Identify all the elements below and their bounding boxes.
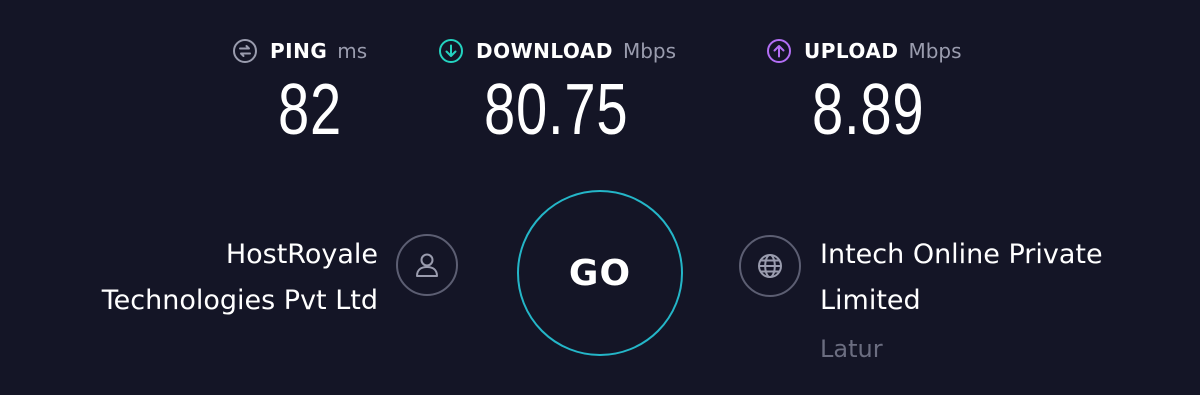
user-icon[interactable] xyxy=(396,234,458,296)
go-label: GO xyxy=(568,252,632,294)
host-name-line2: Technologies Pvt Ltd xyxy=(101,285,378,316)
upload-metric: UPLOAD Mbps 8.89 xyxy=(766,36,962,146)
upload-arrow-icon xyxy=(766,38,792,64)
ping-value: 82 xyxy=(278,70,343,150)
download-arrow-icon xyxy=(438,38,464,64)
ping-metric: PING ms 82 xyxy=(232,36,367,146)
upload-unit: Mbps xyxy=(908,39,962,63)
server-name-line2: Limited xyxy=(820,285,921,316)
ping-label: PING xyxy=(270,39,328,63)
ping-icon xyxy=(232,38,258,64)
upload-value: 8.89 xyxy=(812,70,925,150)
go-button[interactable]: GO xyxy=(517,190,683,356)
ping-unit: ms xyxy=(337,39,368,63)
server-name-line1: Intech Online Private xyxy=(820,239,1103,270)
globe-icon[interactable] xyxy=(739,235,801,297)
download-label: DOWNLOAD xyxy=(476,39,613,63)
download-unit: Mbps xyxy=(622,39,677,63)
server-provider[interactable]: Intech Online Private Limited Latur xyxy=(820,232,1180,374)
ping-header: PING ms xyxy=(232,36,367,66)
upload-label: UPLOAD xyxy=(804,39,899,63)
host-provider-name: HostRoyale Technologies Pvt Ltd xyxy=(30,232,378,324)
download-value: 80.75 xyxy=(484,70,629,150)
download-header: DOWNLOAD Mbps xyxy=(438,36,676,66)
host-name-line1: HostRoyale xyxy=(225,239,378,270)
server-location: Latur xyxy=(820,335,883,363)
upload-header: UPLOAD Mbps xyxy=(766,36,962,66)
download-metric: DOWNLOAD Mbps 80.75 xyxy=(438,36,676,146)
